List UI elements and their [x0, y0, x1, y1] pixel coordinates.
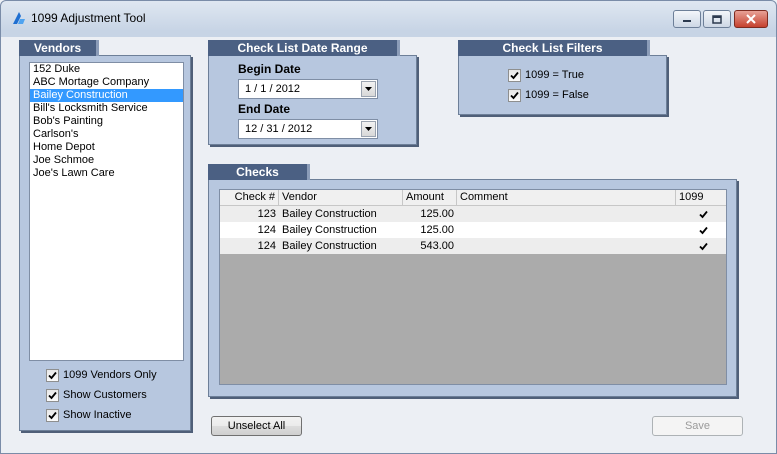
column-header-amount[interactable]: Amount: [403, 190, 457, 205]
minimize-button[interactable]: [673, 10, 701, 28]
window-title: 1099 Adjustment Tool: [31, 11, 146, 25]
filter-1099-true-checkbox[interactable]: 1099 = True: [508, 67, 584, 83]
save-button[interactable]: Save: [652, 416, 743, 436]
checkbox-box[interactable]: [46, 388, 59, 402]
cell-comment[interactable]: [457, 238, 676, 254]
checkmark-icon: [510, 71, 519, 79]
column-header-comment[interactable]: Comment: [457, 190, 676, 205]
table-row[interactable]: 124 Bailey Construction 543.00: [220, 238, 726, 254]
vendor-list-item[interactable]: ABC Mortage Company: [30, 76, 183, 89]
chevron-down-icon: [365, 127, 372, 131]
cell-amount[interactable]: 125.00: [403, 222, 457, 238]
vendors-header: Vendors: [19, 40, 99, 56]
vendor-list-item[interactable]: 152 Duke: [30, 63, 183, 76]
checkbox-box[interactable]: [508, 68, 521, 82]
title-bar[interactable]: 1099 Adjustment Tool: [1, 1, 776, 33]
begin-date-dropdown-button[interactable]: [361, 81, 376, 97]
cell-comment[interactable]: [457, 222, 676, 238]
checkbox-box[interactable]: [508, 88, 521, 102]
checkmark-icon: [699, 226, 708, 234]
checkbox-box[interactable]: [46, 408, 59, 422]
1099-vendors-only-checkbox[interactable]: 1099 Vendors Only: [46, 367, 157, 383]
checkbox-box[interactable]: [46, 368, 59, 382]
cell-amount[interactable]: 543.00: [403, 238, 457, 254]
cell-check-no[interactable]: 124: [220, 222, 279, 238]
checkbox-label: Show Customers: [63, 389, 147, 401]
checkbox-label: Show Inactive: [63, 409, 132, 421]
checkmark-icon: [699, 210, 708, 218]
end-date-dropdown-button[interactable]: [361, 121, 376, 137]
vendor-list-item[interactable]: Bill's Locksmith Service: [30, 102, 183, 115]
checkbox-label: 1099 Vendors Only: [63, 369, 157, 381]
vendor-list-item[interactable]: Joe's Lawn Care: [30, 167, 183, 180]
table-row[interactable]: 124 Bailey Construction 125.00: [220, 222, 726, 238]
filter-1099-false-checkbox[interactable]: 1099 = False: [508, 87, 589, 103]
vendor-list[interactable]: 152 Duke ABC Mortage Company Bailey Constr…: [29, 62, 184, 361]
filters-group: [458, 55, 667, 115]
end-date-value[interactable]: 12 / 31 / 2012: [245, 123, 312, 135]
checkmark-icon: [48, 391, 57, 399]
checks-header: Checks: [208, 164, 310, 180]
begin-date-value[interactable]: 1 / 1 / 2012: [245, 83, 300, 95]
vendor-list-item[interactable]: Bob's Painting: [30, 115, 183, 128]
column-header-1099[interactable]: 1099: [676, 190, 726, 205]
vendor-list-item[interactable]: Bailey Construction: [30, 89, 183, 102]
cell-vendor[interactable]: Bailey Construction: [279, 222, 403, 238]
checks-grid-header: Check # Vendor Amount Comment 1099: [220, 190, 726, 206]
cell-check-no[interactable]: 124: [220, 238, 279, 254]
end-date-picker[interactable]: 12 / 31 / 2012: [238, 119, 378, 139]
cell-vendor[interactable]: Bailey Construction: [279, 238, 403, 254]
cell-comment[interactable]: [457, 206, 676, 222]
checkmark-icon: [699, 242, 708, 250]
cell-check-no[interactable]: 123: [220, 206, 279, 222]
column-header-check-no[interactable]: Check #: [220, 190, 279, 205]
cell-1099[interactable]: [676, 238, 726, 254]
show-inactive-checkbox[interactable]: Show Inactive: [46, 407, 131, 423]
show-customers-checkbox[interactable]: Show Customers: [46, 387, 147, 403]
checkbox-label: 1099 = True: [525, 69, 585, 81]
date-range-header: Check List Date Range: [208, 40, 400, 56]
unselect-all-button[interactable]: Unselect All: [211, 416, 302, 436]
checks-grid[interactable]: Check # Vendor Amount Comment 1099 123 Ba…: [219, 189, 727, 385]
column-header-vendor[interactable]: Vendor: [279, 190, 403, 205]
vendor-list-item[interactable]: Joe Schmoe: [30, 154, 183, 167]
cell-1099[interactable]: [676, 222, 726, 238]
table-row[interactable]: 123 Bailey Construction 125.00: [220, 206, 726, 222]
close-icon: [746, 14, 756, 24]
cell-amount[interactable]: 125.00: [403, 206, 457, 222]
filters-header: Check List Filters: [458, 40, 650, 56]
checkmark-icon: [48, 371, 57, 379]
end-date-label: End Date: [238, 102, 291, 116]
vendor-list-item[interactable]: Home Depot: [30, 141, 183, 154]
checkbox-label: 1099 = False: [525, 89, 589, 101]
chevron-down-icon: [365, 87, 372, 91]
begin-date-picker[interactable]: 1 / 1 / 2012: [238, 79, 378, 99]
cell-1099[interactable]: [676, 206, 726, 222]
app-logo-icon: [13, 12, 25, 24]
close-button[interactable]: [734, 10, 768, 28]
minimize-icon: [683, 20, 691, 22]
cell-vendor[interactable]: Bailey Construction: [279, 206, 403, 222]
maximize-button[interactable]: [703, 10, 731, 28]
checkmark-icon: [48, 411, 57, 419]
checkmark-icon: [510, 91, 519, 99]
vendor-list-item[interactable]: Carlson's: [30, 128, 183, 141]
maximize-icon: [712, 14, 722, 24]
begin-date-label: Begin Date: [238, 62, 301, 76]
